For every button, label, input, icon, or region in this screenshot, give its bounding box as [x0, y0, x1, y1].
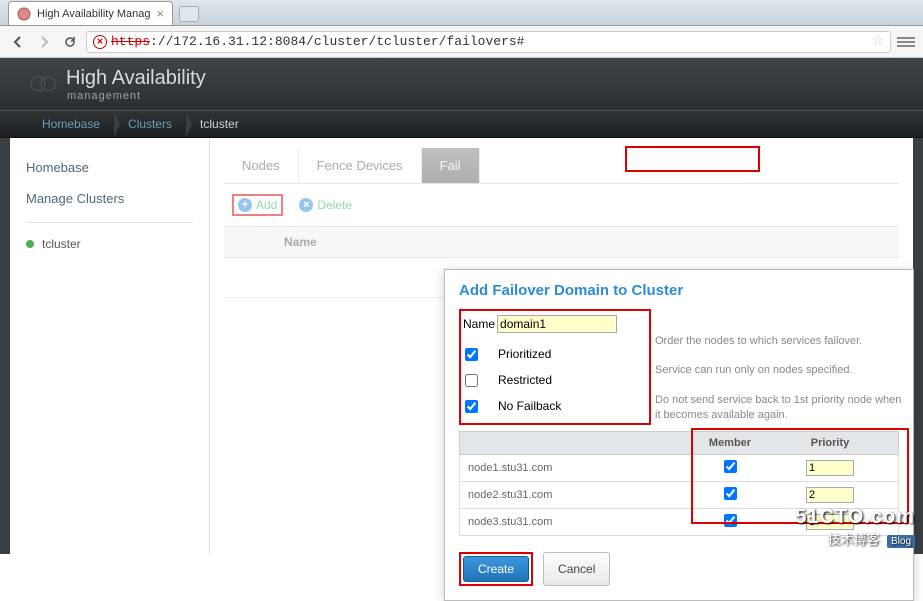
url-scheme: https — [111, 34, 150, 49]
back-button[interactable] — [8, 32, 28, 52]
dialog-title: Add Failover Domain to Cluster — [459, 282, 899, 299]
plus-icon: + — [238, 198, 252, 212]
bookmark-icon[interactable]: ☆ — [871, 33, 884, 50]
tab-title: High Availability Manag — [37, 8, 151, 20]
member-checkbox[interactable] — [724, 460, 737, 473]
reload-button[interactable] — [60, 32, 80, 52]
tab-nodes[interactable]: Nodes — [224, 148, 299, 183]
member-checkbox[interactable] — [724, 487, 737, 500]
table-row: node1.stu31.com — [459, 455, 899, 482]
watermark: 51CTO.com 技术博客 Blog — [795, 506, 915, 548]
browser-menu-button[interactable] — [897, 37, 915, 47]
logo-icon — [30, 71, 56, 97]
breadcrumb: Homebase Clusters tcluster — [0, 110, 923, 138]
app-title: High Availability — [66, 67, 206, 89]
grid-header-name: Name — [224, 227, 899, 258]
cancel-button[interactable]: Cancel — [543, 552, 610, 586]
option-label: Restricted — [498, 373, 552, 387]
tab-failovers[interactable]: Fail — [422, 148, 480, 183]
option-checkbox[interactable] — [465, 400, 478, 413]
option-label: No Failback — [498, 399, 561, 413]
create-button[interactable]: Create — [463, 556, 529, 582]
option-description: Do not send service back to 1st priority… — [655, 393, 905, 424]
forward-button[interactable] — [34, 32, 54, 52]
col-priority: Priority — [780, 432, 880, 454]
node-name: node1.stu31.com — [460, 457, 680, 479]
delete-button[interactable]: × Delete — [299, 194, 352, 216]
option-label: Prioritized — [498, 347, 551, 361]
col-member: Member — [680, 432, 780, 454]
url-path: ://172.16.31.12:8084/cluster/tcluster/fa… — [150, 34, 524, 49]
app-subtitle: management — [67, 90, 206, 102]
new-tab-button[interactable] — [179, 6, 199, 22]
name-input[interactable] — [497, 315, 617, 333]
app-header: High Availability management — [0, 58, 923, 110]
sidebar-link-manage[interactable]: Manage Clusters — [26, 183, 193, 214]
priority-input[interactable] — [806, 460, 854, 476]
add-failover-dialog: Add Failover Domain to Cluster Name Prio… — [444, 269, 914, 601]
member-checkbox[interactable] — [724, 514, 737, 527]
tab-fence[interactable]: Fence Devices — [299, 148, 422, 183]
https-warning-icon: ✕ — [93, 35, 107, 49]
x-icon: × — [299, 198, 313, 212]
option-description: Service can run only on nodes specified. — [655, 363, 905, 378]
close-icon[interactable]: × — [157, 6, 165, 21]
divider — [26, 222, 193, 223]
highlight — [625, 146, 760, 172]
add-button[interactable]: + Add — [238, 198, 277, 212]
option-description: Order the nodes to which services failov… — [655, 334, 905, 349]
browser-toolbar: ✕ https ://172.16.31.12:8084/cluster/tcl… — [0, 26, 923, 58]
sidebar-cluster-item[interactable]: tcluster — [26, 231, 193, 257]
table-row: node2.stu31.com — [459, 482, 899, 509]
breadcrumb-item[interactable]: Homebase — [28, 117, 114, 131]
sidebar: Homebase Manage Clusters tcluster — [10, 138, 210, 554]
browser-tab[interactable]: High Availability Manag × — [8, 1, 173, 25]
action-bar: + Add × Delete — [224, 184, 899, 227]
tab-bar: Nodes Fence Devices Fail — [224, 148, 899, 184]
status-dot-icon — [26, 240, 34, 248]
sidebar-cluster-label: tcluster — [42, 237, 81, 251]
option-checkbox[interactable] — [465, 348, 478, 361]
breadcrumb-item: tcluster — [186, 117, 253, 131]
node-name: node2.stu31.com — [460, 484, 680, 506]
sidebar-link-homebase[interactable]: Homebase — [26, 152, 193, 183]
favicon-icon — [17, 7, 31, 21]
name-label: Name — [463, 317, 495, 331]
address-bar[interactable]: ✕ https ://172.16.31.12:8084/cluster/tcl… — [86, 31, 891, 53]
option-checkbox[interactable] — [465, 374, 478, 387]
breadcrumb-item[interactable]: Clusters — [114, 117, 186, 131]
priority-input[interactable] — [806, 487, 854, 503]
node-name: node3.stu31.com — [460, 511, 680, 533]
app-frame: High Availability management Homebase Cl… — [0, 58, 923, 554]
browser-tab-strip: High Availability Manag × — [0, 0, 923, 26]
